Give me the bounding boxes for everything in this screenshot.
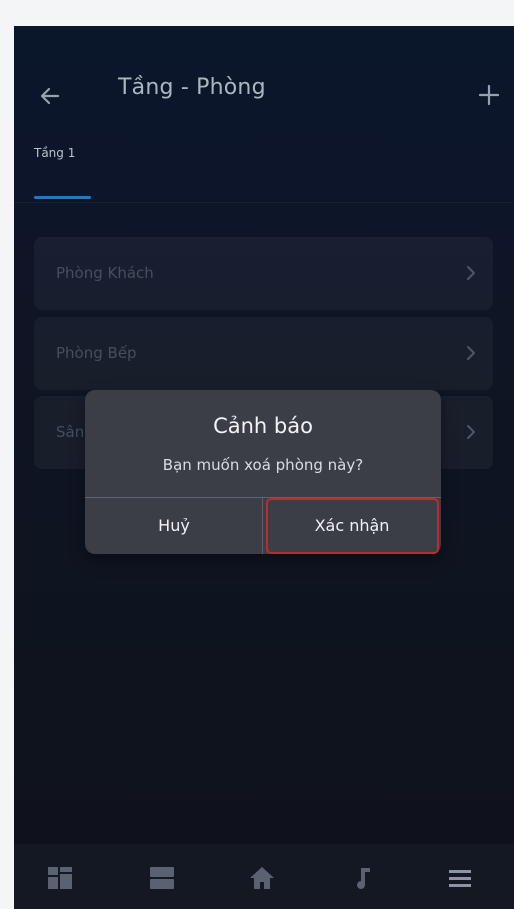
app-screen: Tầng - Phòng Tầng 1 Phòng Khách Phòng Bế… bbox=[14, 26, 514, 909]
bottom-nav bbox=[14, 844, 514, 909]
devices-icon[interactable] bbox=[148, 864, 176, 892]
confirm-button-highlight bbox=[266, 498, 439, 554]
music-icon[interactable] bbox=[350, 864, 378, 892]
cancel-button[interactable]: Huỷ bbox=[85, 498, 263, 554]
dialog-title: Cảnh báo bbox=[213, 414, 313, 438]
menu-icon[interactable] bbox=[446, 864, 474, 892]
home-icon[interactable] bbox=[248, 864, 276, 892]
dialog-message: Bạn muốn xoá phòng này? bbox=[162, 456, 364, 474]
dashboard-icon[interactable] bbox=[46, 864, 74, 892]
